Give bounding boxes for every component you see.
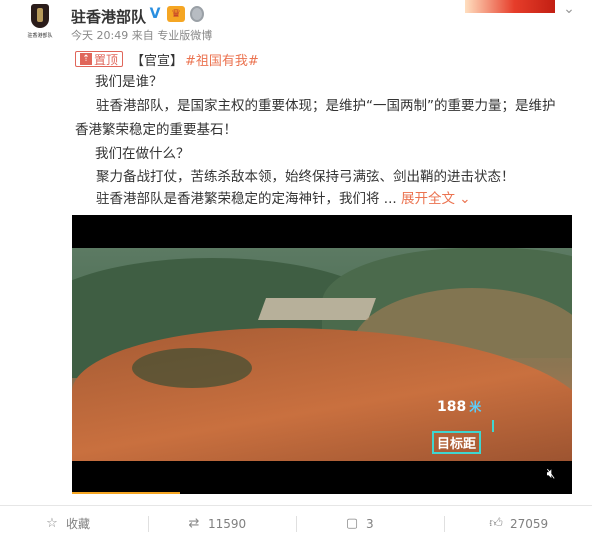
action-bar: ☆ 收藏 ⇄ 11590 ▢ 3 👍︎ 27059 xyxy=(0,506,592,541)
video-clearing xyxy=(257,298,377,320)
distance-unit: 米 xyxy=(469,400,482,414)
like-button[interactable]: 👍︎ 27059 xyxy=(488,506,548,541)
action-separator xyxy=(444,516,445,532)
post-text-line-6: 驻香港部队是香港繁荣稳定的定海神针，我们将 ... 展开全文 ⌄ xyxy=(96,190,471,208)
post-text-line-1: 我们是谁？ xyxy=(95,74,163,90)
post-source: 来自 专业版微博 xyxy=(131,29,213,42)
distance-value: 188 xyxy=(437,399,467,415)
post-text-line-2: 驻香港部队，是国家主权的重要体现；是维护“一国两制”的重要力量；是维护 xyxy=(96,98,556,114)
post-time[interactable]: 今天 20:49 xyxy=(71,29,128,42)
post-text-line-6-content: 驻香港部队是香港繁荣稳定的定海神针，我们将 ... xyxy=(96,191,397,207)
video-frame[interactable]: 188 米 目标距 xyxy=(72,248,572,461)
comment-button[interactable]: ▢ 3 xyxy=(344,506,374,541)
pinned-badge-label: 置顶 xyxy=(94,52,119,67)
pin-top-icon: ⇡ xyxy=(80,53,92,65)
favorite-label: 收藏 xyxy=(66,517,91,531)
avatar[interactable]: 驻香港部队 xyxy=(21,2,59,42)
vip-badge-icon[interactable]: ♛ xyxy=(167,6,185,22)
mute-icon[interactable]: 🔇︎ xyxy=(542,465,560,483)
chevron-down-icon[interactable]: ⌄ xyxy=(560,0,578,18)
pinned-badge: ⇡ 置顶 xyxy=(75,51,124,67)
avatar-caption: 驻香港部队 xyxy=(27,33,53,39)
comment-icon: ▢ xyxy=(345,515,359,531)
action-separator xyxy=(148,516,149,532)
video-distance-overlay: 188 米 xyxy=(437,398,481,415)
promo-banner xyxy=(465,0,555,13)
expand-full-text-link[interactable]: 展开全文 xyxy=(401,191,455,207)
star-icon: ☆ xyxy=(46,515,58,531)
video-scrub xyxy=(132,348,252,388)
video-player[interactable]: 188 米 目标距 🔇︎ xyxy=(72,215,572,494)
overlay-connector-line xyxy=(492,420,494,432)
favorite-button[interactable]: ☆ 收藏 xyxy=(44,506,90,541)
repost-icon: ⇄ xyxy=(188,515,200,531)
like-count: 27059 xyxy=(510,516,549,531)
post-meta: 今天 20:49 来自 专业版微博 xyxy=(71,27,212,43)
post-header: 驻香港部队 驻香港部队 V ♛ 今天 20:49 来自 专业版微博 ⌄ xyxy=(0,0,592,44)
author-name[interactable]: 驻香港部队 xyxy=(71,6,146,27)
post-text-line-3: 香港繁荣稳定的重要基石！ xyxy=(75,122,237,138)
verified-v-icon: V xyxy=(149,6,161,22)
video-target-overlay: 目标距 xyxy=(432,431,482,454)
action-separator xyxy=(296,516,297,532)
comment-count: 3 xyxy=(366,516,374,531)
repost-button[interactable]: ⇄ 11590 xyxy=(186,506,247,541)
video-progress-bar[interactable] xyxy=(72,492,180,494)
post-title-line: ⇡ 置顶 【官宣】 #祖国有我# xyxy=(75,50,259,69)
repost-count: 11590 xyxy=(208,516,247,531)
hashtag-link[interactable]: #祖国有我# xyxy=(185,50,259,69)
post-text-line-4: 我们在做什么？ xyxy=(95,146,190,162)
chevron-down-icon[interactable]: ⌄ xyxy=(459,191,470,207)
shield-logo-icon xyxy=(31,4,49,28)
bracket-label: 【官宣】 xyxy=(131,53,184,69)
post-text-line-5: 聚力备战打仗，苦练杀敌本领，始终保持弓满弦、剑出鞘的进击状态！ xyxy=(96,169,515,185)
medal-icon[interactable] xyxy=(190,6,204,22)
thumbs-up-icon: 👍︎ xyxy=(489,515,503,531)
